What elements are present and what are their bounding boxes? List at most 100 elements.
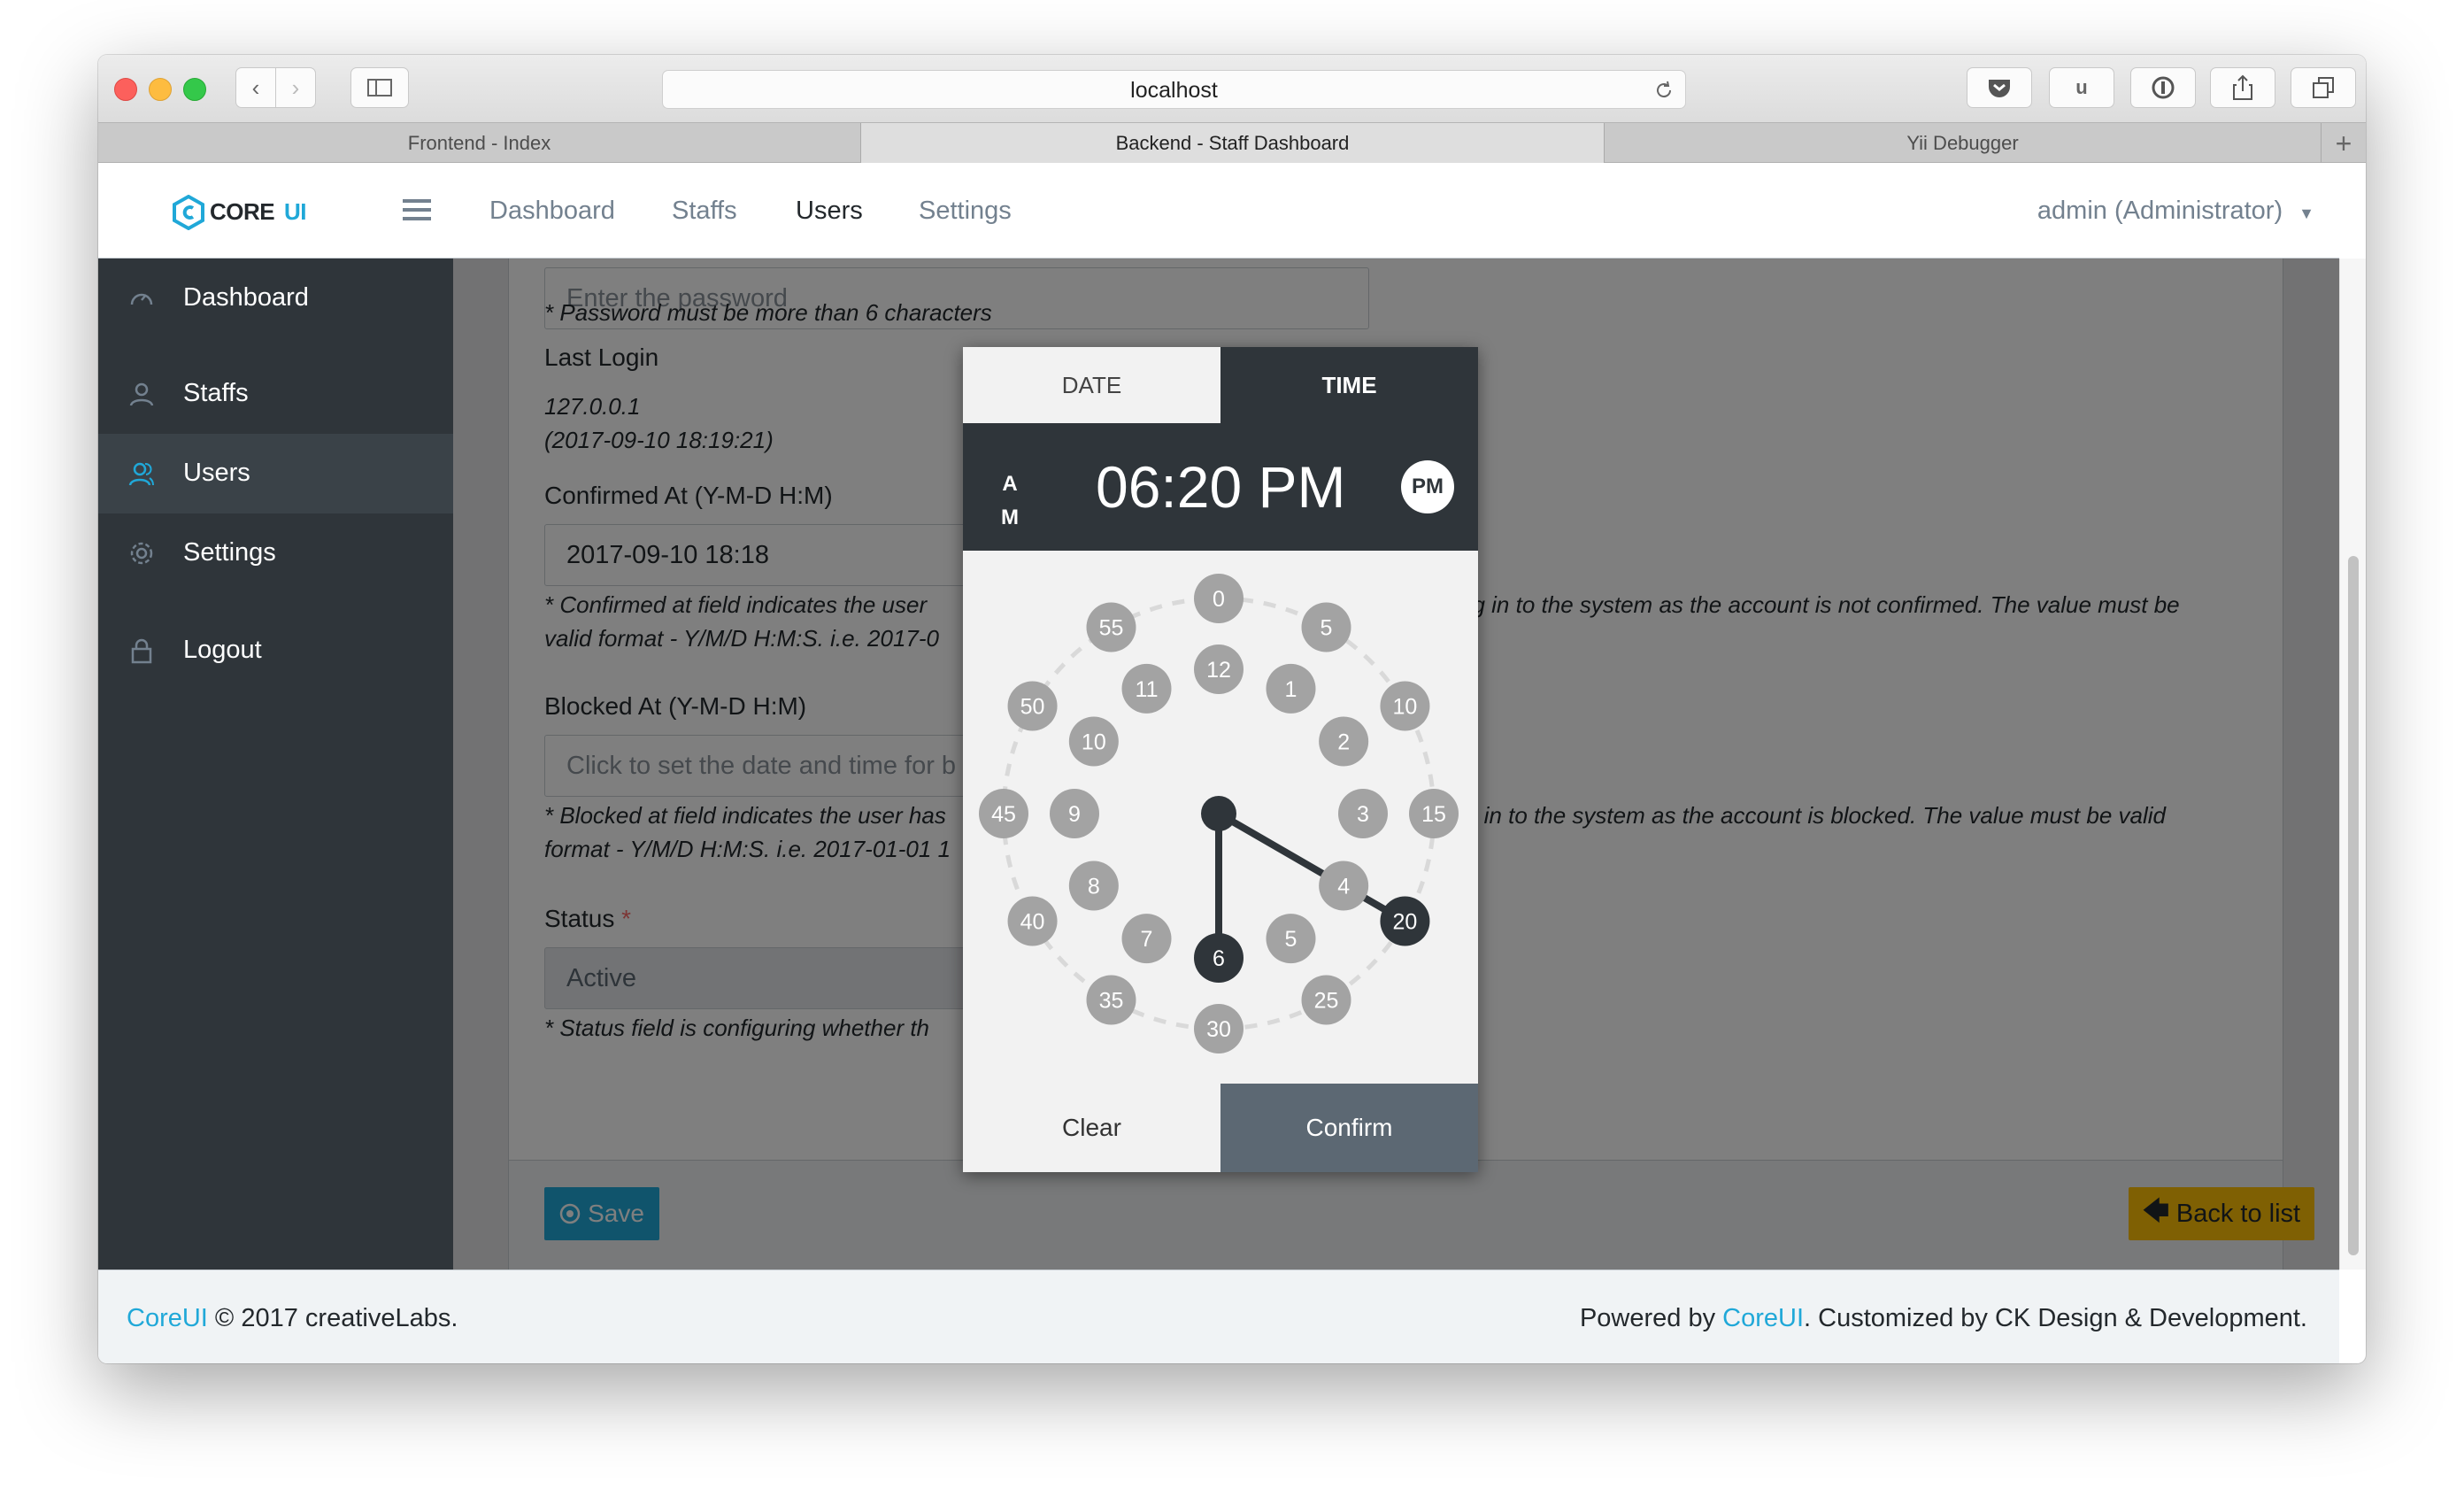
hour-label: 10: [1082, 730, 1106, 755]
tab-time-label: TIME: [1321, 371, 1377, 398]
clear-label: Clear: [1062, 1114, 1121, 1141]
am-letter-a: A: [1002, 472, 1018, 496]
minute-label: 20: [1393, 910, 1418, 935]
chevron-right-icon: ›: [291, 73, 300, 101]
minute-label: 30: [1206, 1017, 1231, 1042]
browser-tab-active[interactable]: Backend - Staff Dashboard: [861, 123, 1605, 164]
brand-name-ui: UI: [284, 198, 307, 225]
back-nav-button[interactable]: ‹: [235, 67, 276, 108]
sidebar-item-settings[interactable]: Settings: [98, 513, 453, 593]
browser-toolbar: ‹ › localhost u: [98, 55, 2366, 122]
minute-label: 45: [991, 802, 1016, 827]
minimize-window-button[interactable]: [149, 78, 172, 101]
share-button[interactable]: [2210, 67, 2275, 108]
tab-date[interactable]: DATE: [963, 347, 1220, 423]
pocket-button[interactable]: [1967, 67, 2032, 108]
hour-label: 6: [1213, 946, 1225, 971]
confirm-label: Confirm: [1305, 1114, 1393, 1141]
datetime-picker-modal: DATE TIME A M 06:20 PM PM 0 5 10 15 20 25 30 35…: [963, 347, 1478, 1172]
tab-date-label: DATE: [1061, 371, 1122, 398]
sidebar-toggler-button[interactable]: [403, 197, 431, 223]
browser-tab[interactable]: Yii Debugger: [1605, 123, 2322, 164]
lock-icon: [131, 638, 152, 664]
browser-tab-bar: Frontend - Index Backend - Staff Dashboa…: [98, 122, 2366, 164]
user-name: admin (Administrator): [2037, 197, 2283, 225]
hour-label: 3: [1357, 802, 1369, 827]
sidebar-item-label: Dashboard: [183, 283, 309, 312]
footer-left: CoreUI © 2017 creativeLabs.: [127, 1304, 458, 1333]
gear-icon: [130, 542, 153, 565]
tab-title: Yii Debugger: [1906, 132, 2019, 154]
minute-label: 50: [1020, 695, 1045, 720]
user-menu-dropdown[interactable]: admin (Administrator) ▼: [2037, 197, 2314, 226]
brand-name-core: CORE: [210, 198, 275, 225]
close-window-button[interactable]: [114, 78, 137, 101]
password-manager-button[interactable]: [2130, 67, 2196, 108]
hamburger-icon: [403, 199, 431, 220]
coreui-logo-icon: [173, 195, 204, 230]
picker-time-header: A M 06:20 PM PM: [963, 423, 1478, 551]
selected-time-display: 06:20 PM: [1096, 454, 1346, 520]
footer-powered-by: Powered by: [1579, 1304, 1723, 1332]
new-tab-button[interactable]: +: [2322, 123, 2366, 164]
tab-time[interactable]: TIME: [1220, 347, 1478, 423]
confirm-button[interactable]: Confirm: [1220, 1084, 1478, 1172]
minute-label: 0: [1213, 587, 1225, 612]
hour-label: 11: [1136, 677, 1159, 702]
minute-label: 55: [1099, 616, 1124, 641]
zoom-window-button[interactable]: [183, 78, 206, 101]
nav-dashboard[interactable]: Dashboard: [489, 197, 615, 226]
address-bar[interactable]: localhost: [662, 70, 1686, 109]
ublock-extension-button[interactable]: u: [2049, 67, 2114, 108]
nav-staffs[interactable]: Staffs: [672, 197, 737, 226]
footer-powered-link[interactable]: CoreUI: [1722, 1304, 1804, 1332]
ublock-label: u: [2075, 76, 2088, 98]
clock-center: [1201, 796, 1236, 831]
scrollbar-thumb[interactable]: [2348, 556, 2359, 1255]
tab-title: Frontend - Index: [407, 132, 551, 154]
clock-face[interactable]: 0510152025303540455055121234567891011: [963, 551, 1478, 1084]
hour-label: 7: [1141, 927, 1153, 952]
caret-down-icon: ▼: [2298, 205, 2314, 222]
sidebar: Dashboard Staffs Users Settings Logout: [98, 259, 453, 1270]
browser-tab[interactable]: Frontend - Index: [98, 123, 861, 164]
minute-label: 35: [1099, 988, 1124, 1013]
hour-label: 1: [1285, 677, 1297, 702]
hour-label: 5: [1285, 927, 1297, 952]
share-icon: [2233, 74, 2252, 100]
tabs-overview-button[interactable]: [2291, 67, 2356, 108]
sidebar-item-dashboard[interactable]: Dashboard: [98, 259, 453, 338]
chevron-left-icon: ‹: [251, 73, 260, 101]
plus-icon: +: [2335, 127, 2352, 159]
forward-nav-button[interactable]: ›: [275, 67, 316, 108]
footer-copyright: © 2017 creativeLabs.: [207, 1304, 458, 1332]
nav-settings[interactable]: Settings: [919, 197, 1012, 226]
browser-window: ‹ › localhost u Frontend - Index Backend…: [98, 55, 2366, 1363]
reload-icon[interactable]: [1653, 80, 1675, 101]
pm-label: PM: [1412, 475, 1444, 498]
sidebar-item-logout[interactable]: Logout: [98, 611, 453, 691]
footer-customized: . Customized by CK Design & Development.: [1804, 1304, 2307, 1332]
tabs-icon: [2313, 77, 2334, 98]
pm-toggle-button[interactable]: PM: [1401, 460, 1454, 513]
sidebar-icon: [367, 79, 392, 96]
am-toggle-button[interactable]: A M: [997, 467, 1023, 535]
users-icon: [128, 462, 154, 486]
minute-label: 15: [1421, 802, 1446, 827]
footer-coreui-link[interactable]: CoreUI: [127, 1304, 208, 1332]
hour-label: 4: [1337, 875, 1350, 899]
sidebar-item-label: Settings: [183, 538, 276, 567]
hour-label: 2: [1337, 730, 1350, 755]
speedometer-icon: [130, 293, 153, 305]
hour-label: 12: [1206, 658, 1231, 683]
vertical-scrollbar[interactable]: [2339, 259, 2366, 1270]
sidebar-item-label: Staffs: [183, 379, 249, 407]
pocket-icon: [1989, 80, 2010, 97]
sidebar-item-users[interactable]: Users: [98, 434, 453, 513]
sidebar-item-staffs[interactable]: Staffs: [98, 354, 453, 434]
nav-users[interactable]: Users: [796, 197, 863, 226]
sidebar-toggle-button[interactable]: [350, 67, 409, 108]
app-footer: CoreUI © 2017 creativeLabs. Powered by C…: [98, 1270, 2339, 1363]
hour-label: 8: [1088, 875, 1100, 899]
clear-button[interactable]: Clear: [963, 1084, 1220, 1172]
